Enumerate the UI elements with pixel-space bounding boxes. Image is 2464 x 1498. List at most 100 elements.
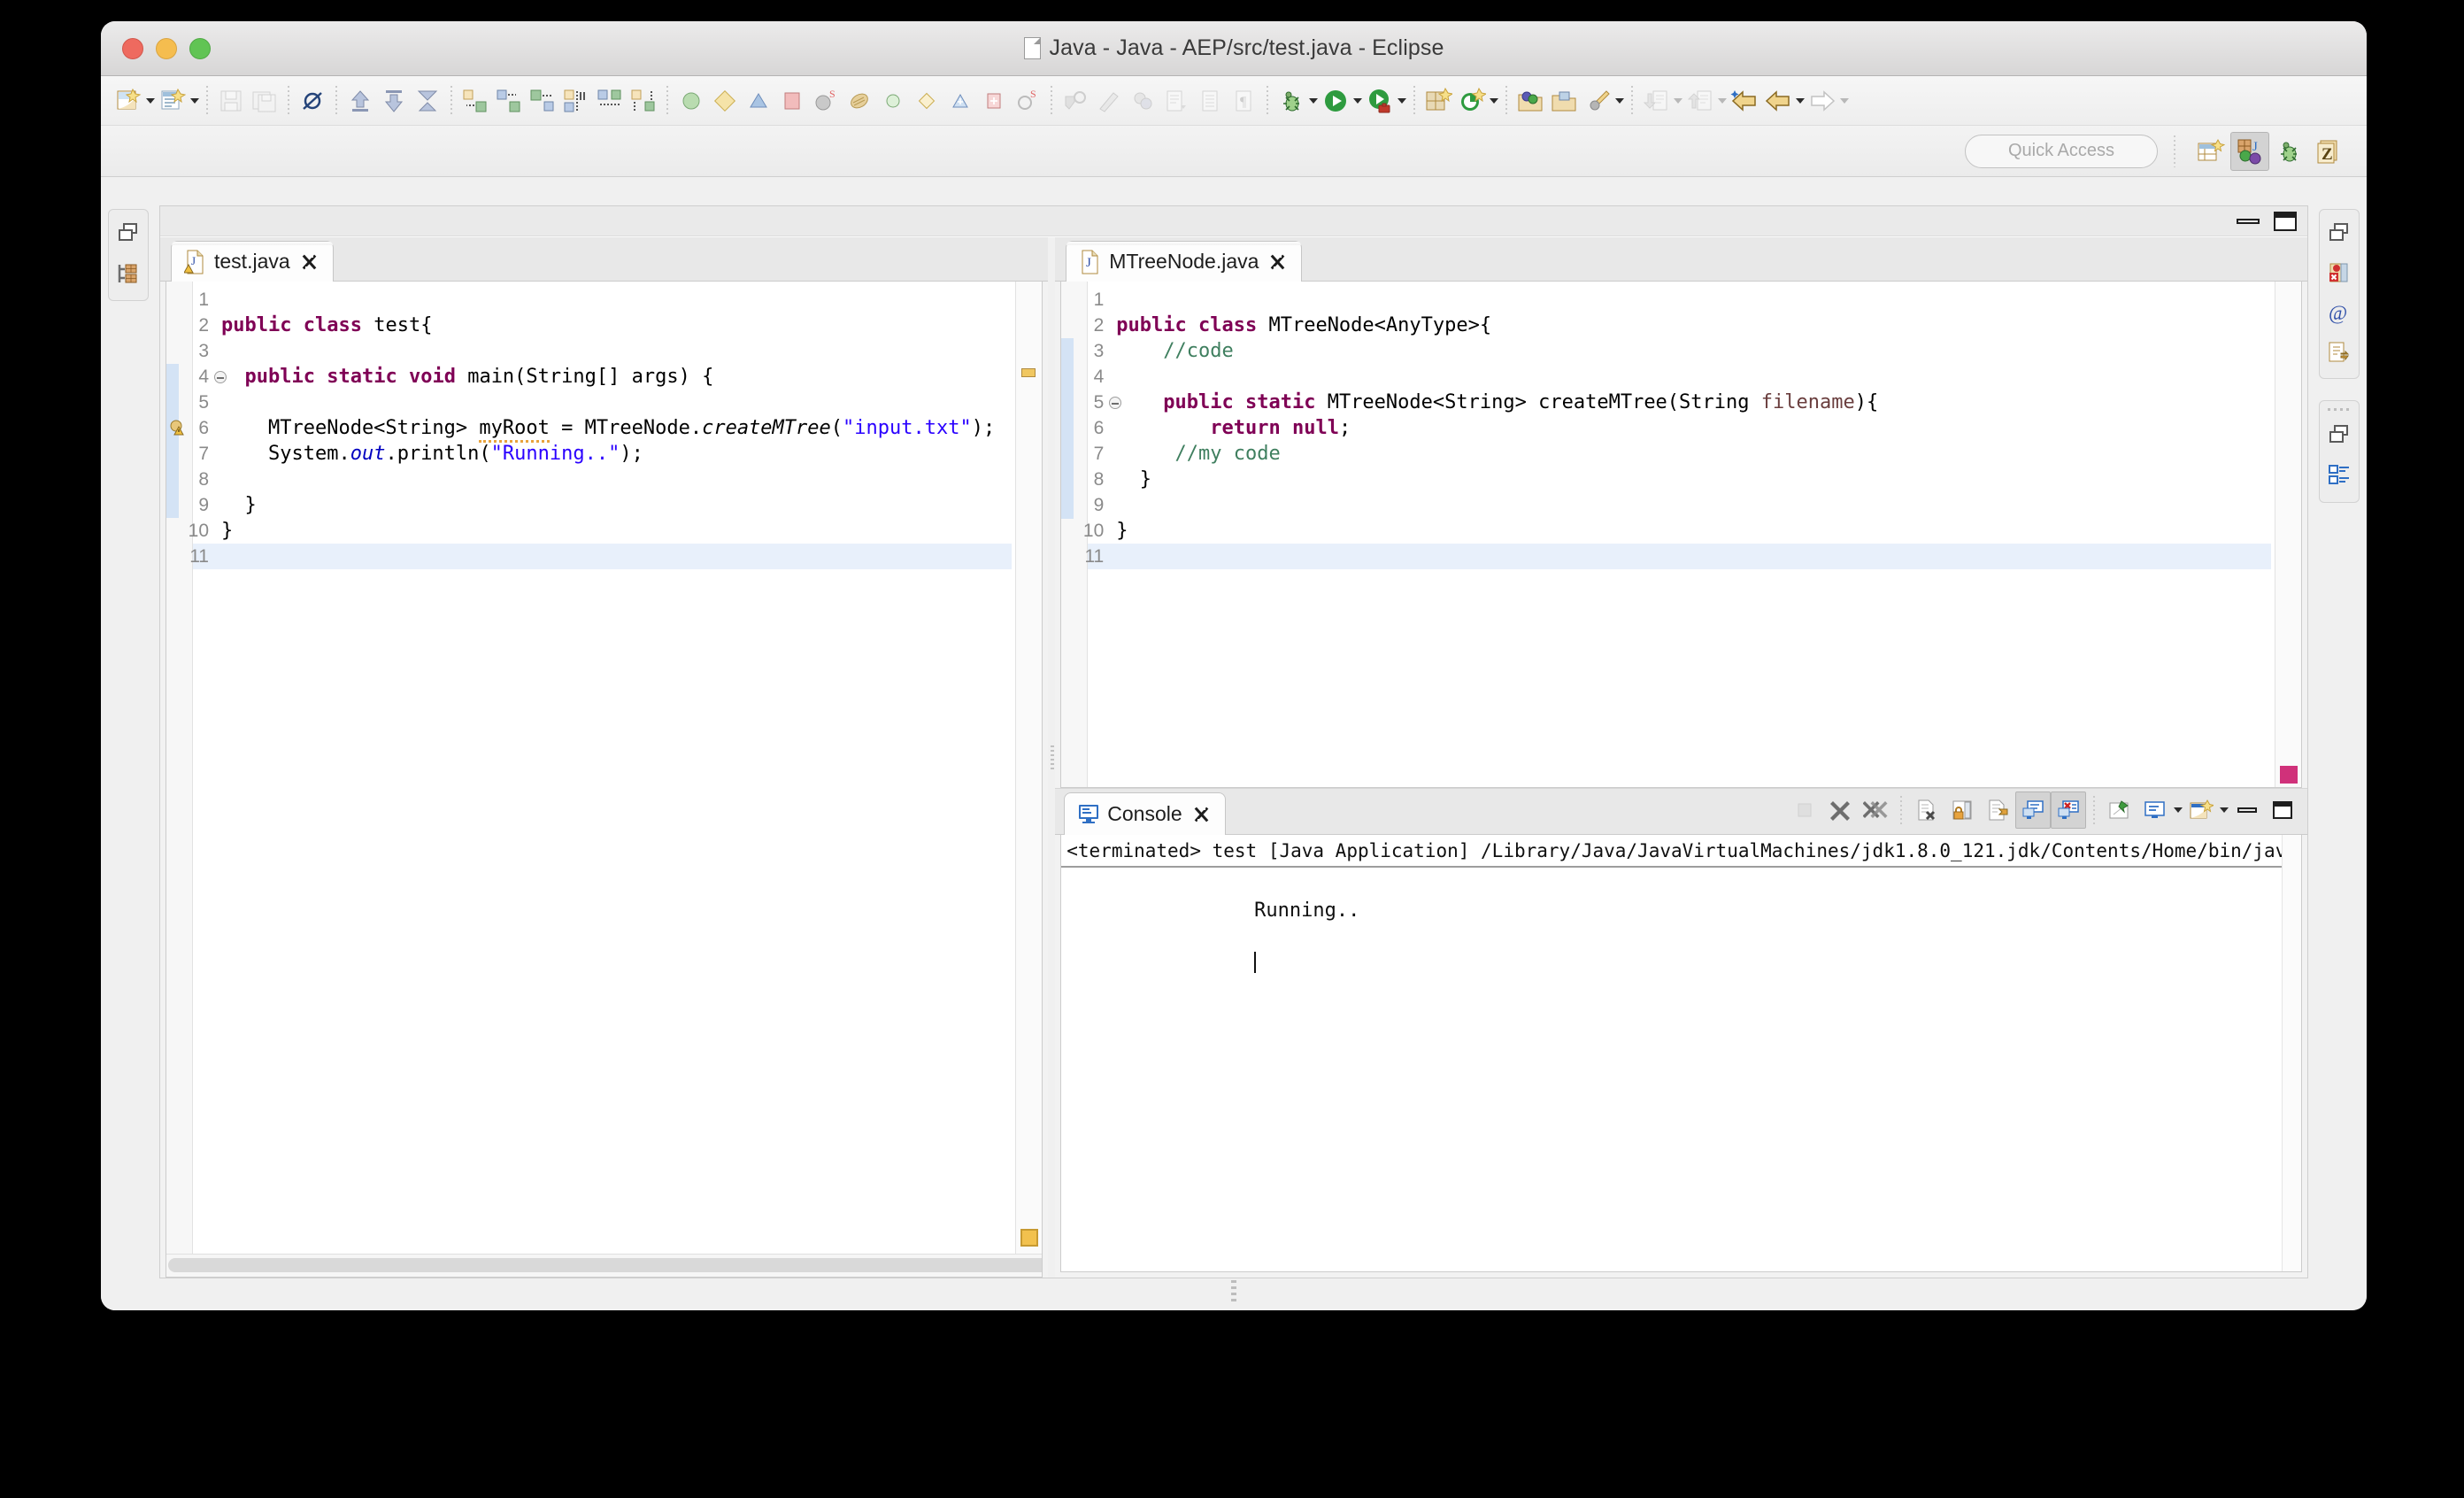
- perspective-z-button[interactable]: Z: [2308, 132, 2347, 171]
- new-package-icon[interactable]: [674, 83, 708, 119]
- maximize-editor-area-button[interactable]: [2274, 211, 2297, 231]
- close-icon[interactable]: [1267, 251, 1287, 273]
- tab-console[interactable]: Console: [1064, 792, 1226, 835]
- new-enum-2-icon[interactable]: [943, 83, 977, 119]
- restore-view-icon[interactable]: [2325, 219, 2353, 247]
- debug-icon[interactable]: [1274, 83, 1308, 119]
- annotation-up-icon[interactable]: [627, 83, 660, 119]
- maximize-console-button[interactable]: [2265, 791, 2300, 829]
- quick-access-input[interactable]: Quick Access: [1965, 134, 2158, 168]
- restore-view-icon[interactable]: [114, 219, 142, 247]
- console-vertical-scrollbar[interactable]: [2282, 835, 2301, 1271]
- perspective-java-button[interactable]: J: [2230, 131, 2269, 171]
- open-package-explorer-icon[interactable]: [1513, 83, 1547, 119]
- step-return-icon[interactable]: [343, 83, 377, 119]
- horizontal-scrollbar-left[interactable]: [166, 1254, 1042, 1277]
- bottom-resize-grip[interactable]: [1231, 1280, 1236, 1303]
- open-resource-icon[interactable]: [1547, 83, 1581, 119]
- new-java-class-icon[interactable]: [156, 83, 189, 119]
- display-selected-console-button[interactable]: [2137, 791, 2173, 829]
- next-nav-icon[interactable]: [1806, 83, 1839, 119]
- export-dropdown-caret[interactable]: [1717, 83, 1728, 119]
- pin-console-button[interactable]: [2102, 791, 2137, 829]
- search-icon[interactable]: [1126, 83, 1159, 119]
- toggle-mark-occurrences-icon[interactable]: [1092, 83, 1126, 119]
- import-icon[interactable]: [1639, 83, 1673, 119]
- run-external-tools-icon[interactable]: [1363, 83, 1397, 119]
- run-dropdown-caret[interactable]: [1352, 83, 1363, 119]
- minimize-console-button[interactable]: [2229, 791, 2265, 829]
- toggle-block-selection-icon[interactable]: [1193, 83, 1227, 119]
- package-explorer-icon[interactable]: [114, 259, 142, 288]
- word-wrap-button[interactable]: [1980, 791, 2015, 829]
- show-whitespace-icon[interactable]: ¶: [1227, 83, 1260, 119]
- previous-nav-icon[interactable]: [1761, 83, 1795, 119]
- next-nav-dropdown-caret[interactable]: [1839, 83, 1850, 119]
- edit-pencil-dropdown-caret[interactable]: [1614, 83, 1625, 119]
- next-annotation-icon[interactable]: [458, 83, 492, 119]
- open-console-button[interactable]: [2183, 791, 2219, 829]
- code-editor-left[interactable]: 1 2 public class test{3 4 public static voi…: [166, 282, 1043, 1278]
- new-class-2-icon[interactable]: [876, 83, 910, 119]
- new-java-class-dropdown-caret[interactable]: [189, 83, 200, 119]
- run-external-tools-dropdown-caret[interactable]: [1397, 83, 1407, 119]
- debug-dropdown-caret[interactable]: [1308, 83, 1319, 119]
- import-dropdown-caret[interactable]: [1673, 83, 1683, 119]
- new-java-ee-icon[interactable]: [1421, 83, 1455, 119]
- back-nav-icon[interactable]: [1728, 83, 1761, 119]
- previous-annotation-icon[interactable]: [492, 83, 526, 119]
- step-into-icon[interactable]: [377, 83, 411, 119]
- warning-overview-marker[interactable]: [1020, 368, 1036, 377]
- new-interface-2-icon[interactable]: [910, 83, 943, 119]
- declaration-view-icon[interactable]: [2325, 338, 2353, 367]
- display-selected-console-dropdown-caret[interactable]: [2173, 792, 2183, 828]
- show-console-on-standard-out-button[interactable]: [2015, 791, 2051, 829]
- new-wizard-icon[interactable]: [112, 83, 145, 119]
- edit-pencil-icon[interactable]: [1581, 83, 1614, 119]
- export-icon[interactable]: [1683, 83, 1717, 119]
- run-icon[interactable]: [1319, 83, 1352, 119]
- close-icon[interactable]: [299, 251, 319, 273]
- new-wizard-dropdown-caret[interactable]: [145, 83, 156, 119]
- new-source-folder-icon[interactable]: S: [809, 83, 843, 119]
- new-java-project-icon[interactable]: [843, 83, 876, 119]
- new-scrapbook-icon[interactable]: S: [1011, 83, 1044, 119]
- perspective-debug-button[interactable]: [2269, 132, 2308, 171]
- new-coverage-icon[interactable]: [1455, 83, 1489, 119]
- clear-console-button[interactable]: [1909, 791, 1944, 829]
- step-over-icon[interactable]: [411, 83, 444, 119]
- close-icon[interactable]: [1191, 803, 1211, 825]
- last-edit-location-icon[interactable]: [526, 83, 559, 119]
- code-editor-right[interactable]: 1 2 public class MTreeNode<AnyType>{3 //co…: [1060, 282, 2302, 788]
- javadoc-view-icon[interactable]: @: [2325, 298, 2353, 327]
- back-to-annotation-icon[interactable]: [559, 83, 593, 119]
- previous-nav-dropdown-caret[interactable]: [1795, 83, 1806, 119]
- new-enum-icon[interactable]: [742, 83, 775, 119]
- save-all-icon[interactable]: [248, 83, 281, 119]
- overview-ruler-right[interactable]: [2275, 282, 2301, 787]
- remove-launch-button[interactable]: [1822, 791, 1858, 829]
- new-annotation-2-icon[interactable]: [977, 83, 1011, 119]
- open-perspective-button[interactable]: [2191, 132, 2230, 171]
- outline-view-icon[interactable]: [2325, 460, 2353, 489]
- terminate-button[interactable]: [1787, 791, 1822, 829]
- show-console-on-standard-error-button[interactable]: [2051, 791, 2086, 829]
- open-task-icon[interactable]: [1159, 83, 1193, 119]
- save-icon[interactable]: [214, 83, 248, 119]
- new-coverage-dropdown-caret[interactable]: [1489, 83, 1499, 119]
- remove-all-terminated-launches-button[interactable]: [1858, 791, 1893, 829]
- tab-mtreenode-java[interactable]: J MTreeNode.java: [1066, 241, 1303, 282]
- open-type-icon[interactable]: [1059, 83, 1092, 119]
- minimize-editor-area-button[interactable]: [2237, 218, 2260, 224]
- editor-sash[interactable]: [1047, 237, 1056, 1278]
- annotation-forward-icon[interactable]: [593, 83, 627, 119]
- console-output-area[interactable]: <terminated> test [Java Application] /Li…: [1060, 835, 2302, 1272]
- skip-all-breakpoints-icon[interactable]: [296, 83, 329, 119]
- scroll-lock-button[interactable]: [1944, 791, 1980, 829]
- open-console-dropdown-caret[interactable]: [2219, 792, 2229, 828]
- new-interface-icon[interactable]: [708, 83, 742, 119]
- new-annotation-type-icon[interactable]: [775, 83, 809, 119]
- tab-test-java[interactable]: J test.java: [171, 241, 334, 282]
- overview-ruler-left[interactable]: [1014, 282, 1042, 1277]
- restore-view-icon[interactable]: [2325, 421, 2353, 449]
